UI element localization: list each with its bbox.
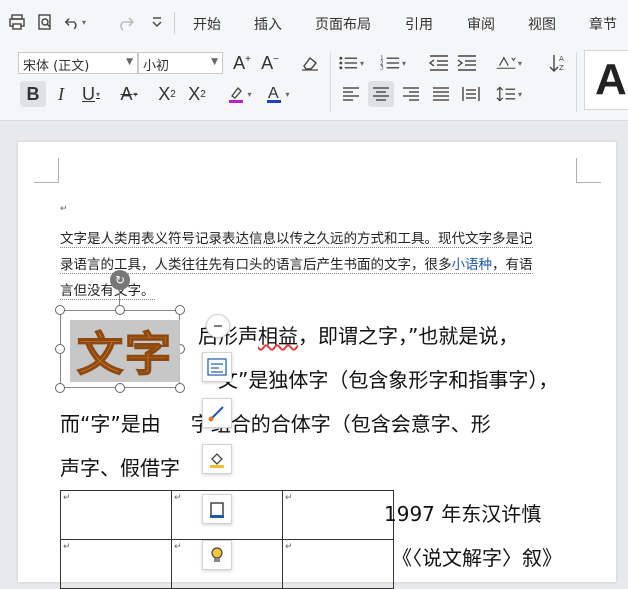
body-line-1: 后形声相益，即谓之字，”也就是说， — [198, 320, 518, 349]
svg-text:A: A — [559, 55, 564, 63]
paragraph-mark: ↵ — [60, 204, 68, 214]
italic-icon[interactable]: I — [48, 81, 74, 107]
resize-handle[interactable] — [115, 305, 125, 315]
distribute-icon[interactable] — [458, 81, 484, 107]
quick-access-row: ▾ 开始 插入 页面布局 引用 审阅 视图 章节 — [0, 0, 628, 44]
sort-icon[interactable]: AZ — [546, 50, 572, 76]
line-spacing-icon[interactable]: ▾ — [496, 81, 522, 107]
highlight-icon[interactable]: ▾ — [226, 81, 252, 107]
text-line: ，有语 — [492, 257, 533, 273]
table-cell[interactable]: ↵ — [60, 539, 172, 589]
tab-section[interactable]: 章节 — [589, 14, 617, 34]
svg-text:3: 3 — [380, 66, 384, 72]
margin-corner — [34, 158, 59, 183]
fill-bucket-icon[interactable] — [202, 444, 232, 474]
body-line-3: 而“字”是由 字组合的合体字（包含会意字、形 — [60, 408, 491, 437]
rotate-handle-icon[interactable]: ↻ — [110, 270, 130, 290]
table-cell[interactable]: ↵ — [60, 490, 172, 540]
shrink-font-icon[interactable]: A− — [257, 50, 283, 76]
font-size-select[interactable]: 小初 ▼ — [138, 52, 223, 74]
align-center-icon[interactable] — [368, 81, 394, 107]
tab-references[interactable]: 引用 — [405, 14, 433, 34]
margin-corner — [576, 158, 601, 183]
font-size-value: 小初 — [143, 59, 170, 74]
tab-insert[interactable]: 插入 — [254, 14, 282, 34]
resize-handle[interactable] — [55, 305, 65, 315]
numbered-list-icon[interactable]: 123 ▾ — [380, 50, 406, 76]
resize-handle[interactable] — [115, 383, 125, 393]
tab-view[interactable]: 视图 — [528, 14, 556, 34]
collapse-icon[interactable] — [206, 314, 230, 338]
character-spacing-icon[interactable]: ▾ — [496, 50, 522, 76]
underline-icon[interactable]: U ▾ — [78, 81, 104, 107]
customize-icon[interactable] — [146, 11, 168, 33]
resize-handle[interactable] — [175, 383, 185, 393]
svg-text:A: A — [268, 85, 279, 102]
word-art-text: 文字 — [76, 326, 173, 382]
align-left-icon[interactable] — [338, 81, 364, 107]
misspelled-word[interactable]: 相益 — [258, 324, 298, 348]
bullet-list-icon[interactable]: ▾ — [338, 50, 364, 76]
border-outline-icon[interactable] — [202, 494, 232, 524]
text-line: 声字、假借字 — [60, 456, 180, 480]
ribbon: ▾ 开始 插入 页面布局 引用 审阅 视图 章节 宋体 (正文) ▼ 小初 ▼ … — [0, 0, 628, 121]
text-line: 言但没有文字。 — [60, 283, 155, 300]
resize-handle[interactable] — [55, 383, 65, 393]
font-color-icon[interactable]: A ▾ — [264, 81, 290, 107]
text-line: 字组合的合体字（包含会意字、形 — [190, 412, 491, 436]
resize-handle[interactable] — [175, 305, 185, 315]
chevron-down-icon: ▼ — [211, 57, 218, 67]
body-line-4: 声字、假借字↵ — [60, 452, 224, 481]
word-art[interactable]: 文字 — [70, 320, 180, 382]
side-text-title: 《〈说文解字〉叙》 — [392, 546, 562, 570]
formatting-row: 宋体 (正文) ▼ 小初 ▼ A+ A− B I U ▾ A ▾ X2 X2 ▾ A… — [0, 44, 628, 120]
undo-icon[interactable]: ▾ — [64, 11, 86, 33]
divider — [330, 52, 331, 112]
svg-text:Z: Z — [559, 64, 564, 72]
resize-handle[interactable] — [55, 344, 65, 354]
document-page[interactable]: ↵ 文字是人类用表义符号记录表达信息以传之久远的方式和工具。现代文字多是记 录语… — [18, 142, 616, 589]
link-text[interactable]: 小语种 — [452, 257, 493, 273]
tab-home[interactable]: 开始 — [193, 14, 221, 34]
divider — [576, 52, 577, 112]
divider — [174, 12, 175, 34]
font-family-value: 宋体 (正文) — [23, 59, 90, 74]
style-gallery-preview[interactable]: A — [584, 50, 628, 110]
lightbulb-icon[interactable] — [202, 540, 232, 570]
side-text-year: 1997 年东汉许慎 — [384, 502, 542, 526]
table-cell[interactable]: ↵ — [282, 490, 394, 540]
chevron-down-icon: ▼ — [126, 57, 133, 67]
strikethrough-icon[interactable]: A ▾ — [116, 81, 142, 107]
body-line-2: 文”是独体字（包含象形字和指事字）， — [218, 368, 559, 392]
font-family-select[interactable]: 宋体 (正文) ▼ — [18, 52, 138, 74]
justify-icon[interactable] — [428, 81, 454, 107]
intro-paragraph[interactable]: 文字是人类用表义符号记录表达信息以传之久远的方式和工具。现代文字多是记 录语言的… — [60, 226, 590, 304]
text-line: 文字是人类用表义符号记录表达信息以传之久远的方式和工具。现代文字多是记 — [60, 231, 533, 248]
align-right-icon[interactable] — [398, 81, 424, 107]
clear-format-icon[interactable] — [297, 50, 323, 76]
subscript-icon[interactable]: X2 — [184, 81, 210, 107]
tab-review[interactable]: 审阅 — [467, 14, 495, 34]
grow-font-icon[interactable]: A+ — [229, 50, 255, 76]
table-cell[interactable]: ↵ — [282, 539, 394, 589]
print-preview-icon[interactable] — [34, 11, 56, 33]
superscript-icon[interactable]: X2 — [154, 81, 180, 107]
style-brush-icon[interactable] — [202, 398, 232, 428]
increase-indent-icon[interactable] — [454, 50, 480, 76]
text-line: 而“字”是由 — [60, 412, 161, 436]
text-line: ，即谓之字，”也就是说， — [298, 324, 519, 348]
bold-icon[interactable]: B — [20, 81, 46, 107]
decrease-indent-icon[interactable] — [426, 50, 452, 76]
chart-layout-icon[interactable] — [202, 352, 232, 382]
tab-page-layout[interactable]: 页面布局 — [315, 14, 371, 34]
print-icon[interactable] — [6, 11, 28, 33]
redo-icon[interactable] — [114, 11, 136, 33]
